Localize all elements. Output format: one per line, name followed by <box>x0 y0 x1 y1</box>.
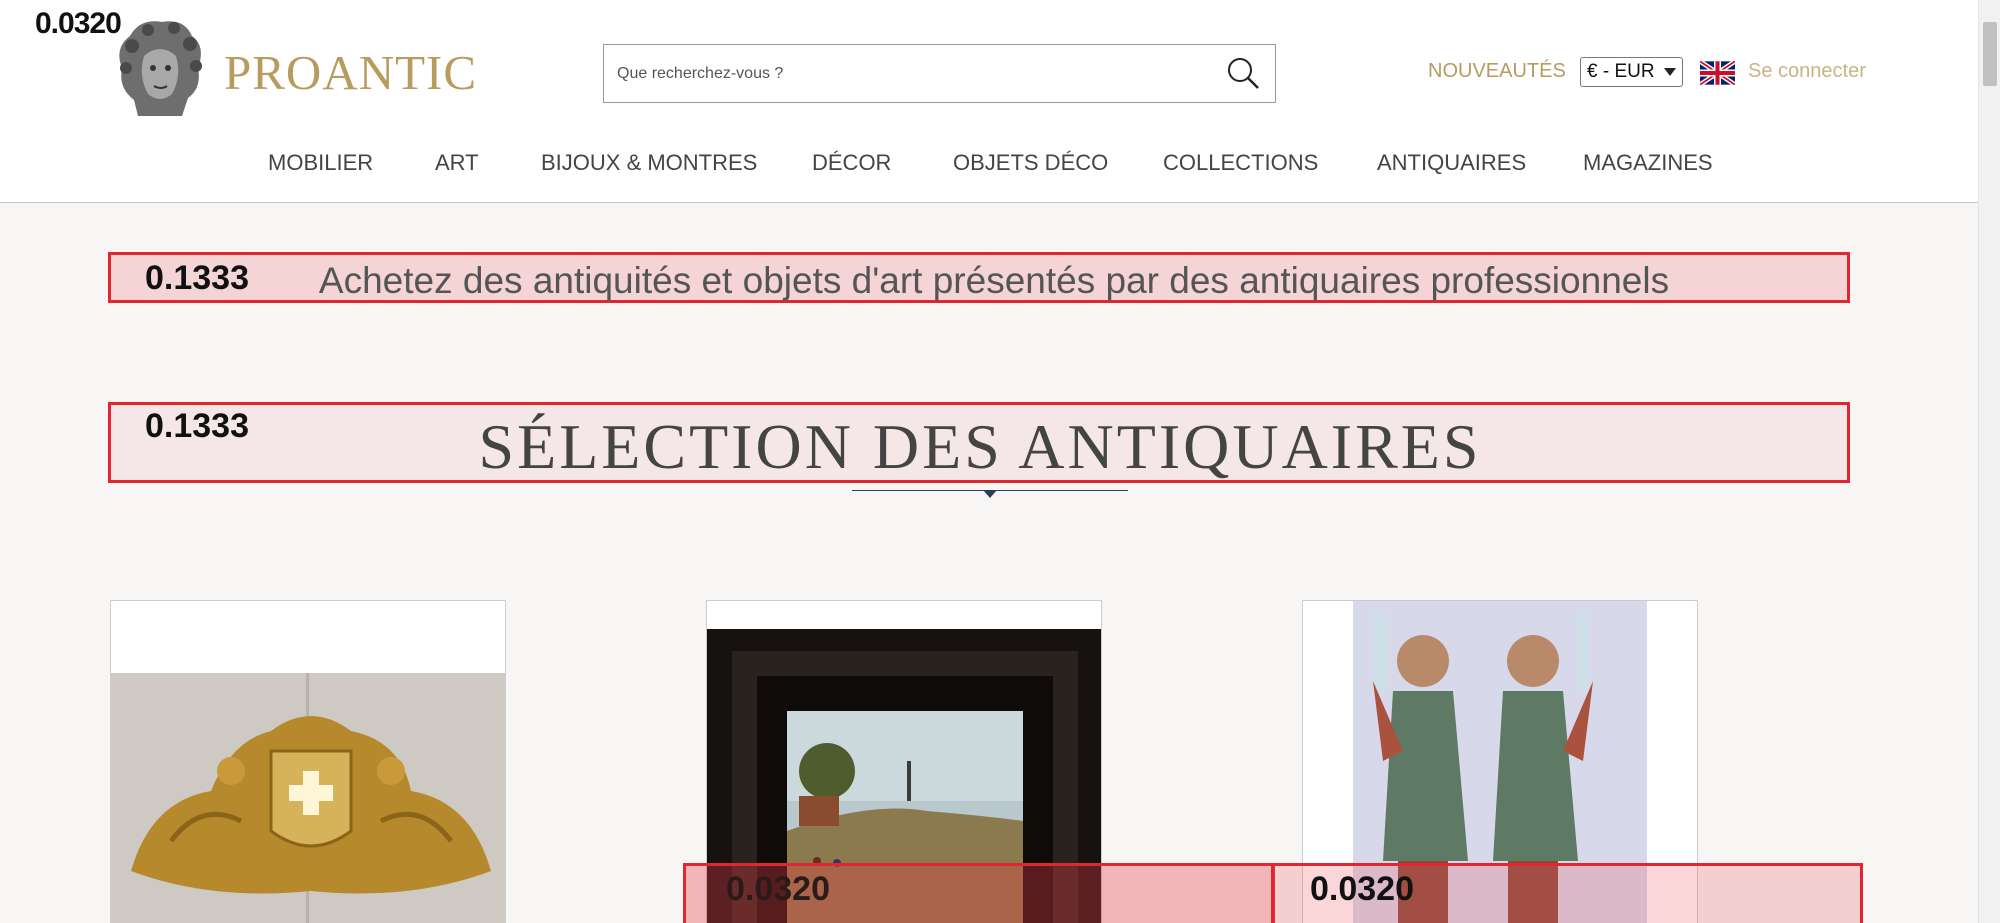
title-divider-tip <box>983 490 997 498</box>
overlay-score-bottom-right: 0.0320 <box>1310 870 1414 908</box>
search-input[interactable] <box>604 45 1204 102</box>
product-card-gilt-carving[interactable] <box>110 600 506 923</box>
currency-value: € - EUR <box>1587 61 1655 82</box>
bust-logo-icon[interactable] <box>110 16 210 122</box>
overlay-score-tagline: 0.1333 <box>145 259 249 297</box>
bottom-overlay-left: 0.0320 <box>683 863 1275 923</box>
bottom-overlay-right: 0.0320 <box>1271 863 1863 923</box>
nav-item-bijoux-montres[interactable]: BIJOUX & MONTRES <box>541 150 757 176</box>
product-image-gilt-carving <box>111 673 505 923</box>
currency-select[interactable]: € - EUR <box>1580 57 1683 87</box>
login-link[interactable]: Se connecter <box>1748 60 1866 83</box>
nav-item-objets-deco[interactable]: OBJETS DÉCO <box>953 150 1108 176</box>
main-nav: MOBILIER ART BIJOUX & MONTRES DÉCOR OBJE… <box>0 150 1978 180</box>
overlay-score-corner: 0.0320 <box>35 7 122 40</box>
nav-item-decor[interactable]: DÉCOR <box>812 150 891 176</box>
nav-item-magazines[interactable]: MAGAZINES <box>1583 150 1713 176</box>
chevron-down-icon <box>1664 68 1676 76</box>
search-icon[interactable] <box>1225 55 1261 91</box>
uk-flag-icon[interactable] <box>1698 59 1737 87</box>
search-bar <box>603 44 1276 103</box>
page-scrollbar[interactable] <box>1978 0 2000 923</box>
section-title-overlay: SÉLECTION DES ANTIQUAIRES 0.1333 <box>108 402 1850 483</box>
overlay-score-bottom-left: 0.0320 <box>726 870 830 908</box>
site-header: PROANTIC NOUVEAUTÉS € - EUR Se connecter… <box>0 0 1978 203</box>
nouveautes-link[interactable]: NOUVEAUTÉS <box>1428 60 1566 83</box>
tagline-overlay: Achetez des antiquités et objets d'art p… <box>108 252 1850 303</box>
overlay-score-section: 0.1333 <box>145 407 249 445</box>
nav-item-collections[interactable]: COLLECTIONS <box>1163 150 1318 176</box>
nav-item-mobilier[interactable]: MOBILIER <box>268 150 373 176</box>
scrollbar-thumb[interactable] <box>1983 22 1997 86</box>
tagline-text: Achetez des antiquités et objets d'art p… <box>318 260 1670 301</box>
nav-item-antiquaires[interactable]: ANTIQUAIRES <box>1377 150 1526 176</box>
section-title: SÉLECTION DES ANTIQUAIRES <box>478 411 1482 482</box>
nav-item-art[interactable]: ART <box>435 150 479 176</box>
brand-logo-text[interactable]: PROANTIC <box>224 44 477 101</box>
